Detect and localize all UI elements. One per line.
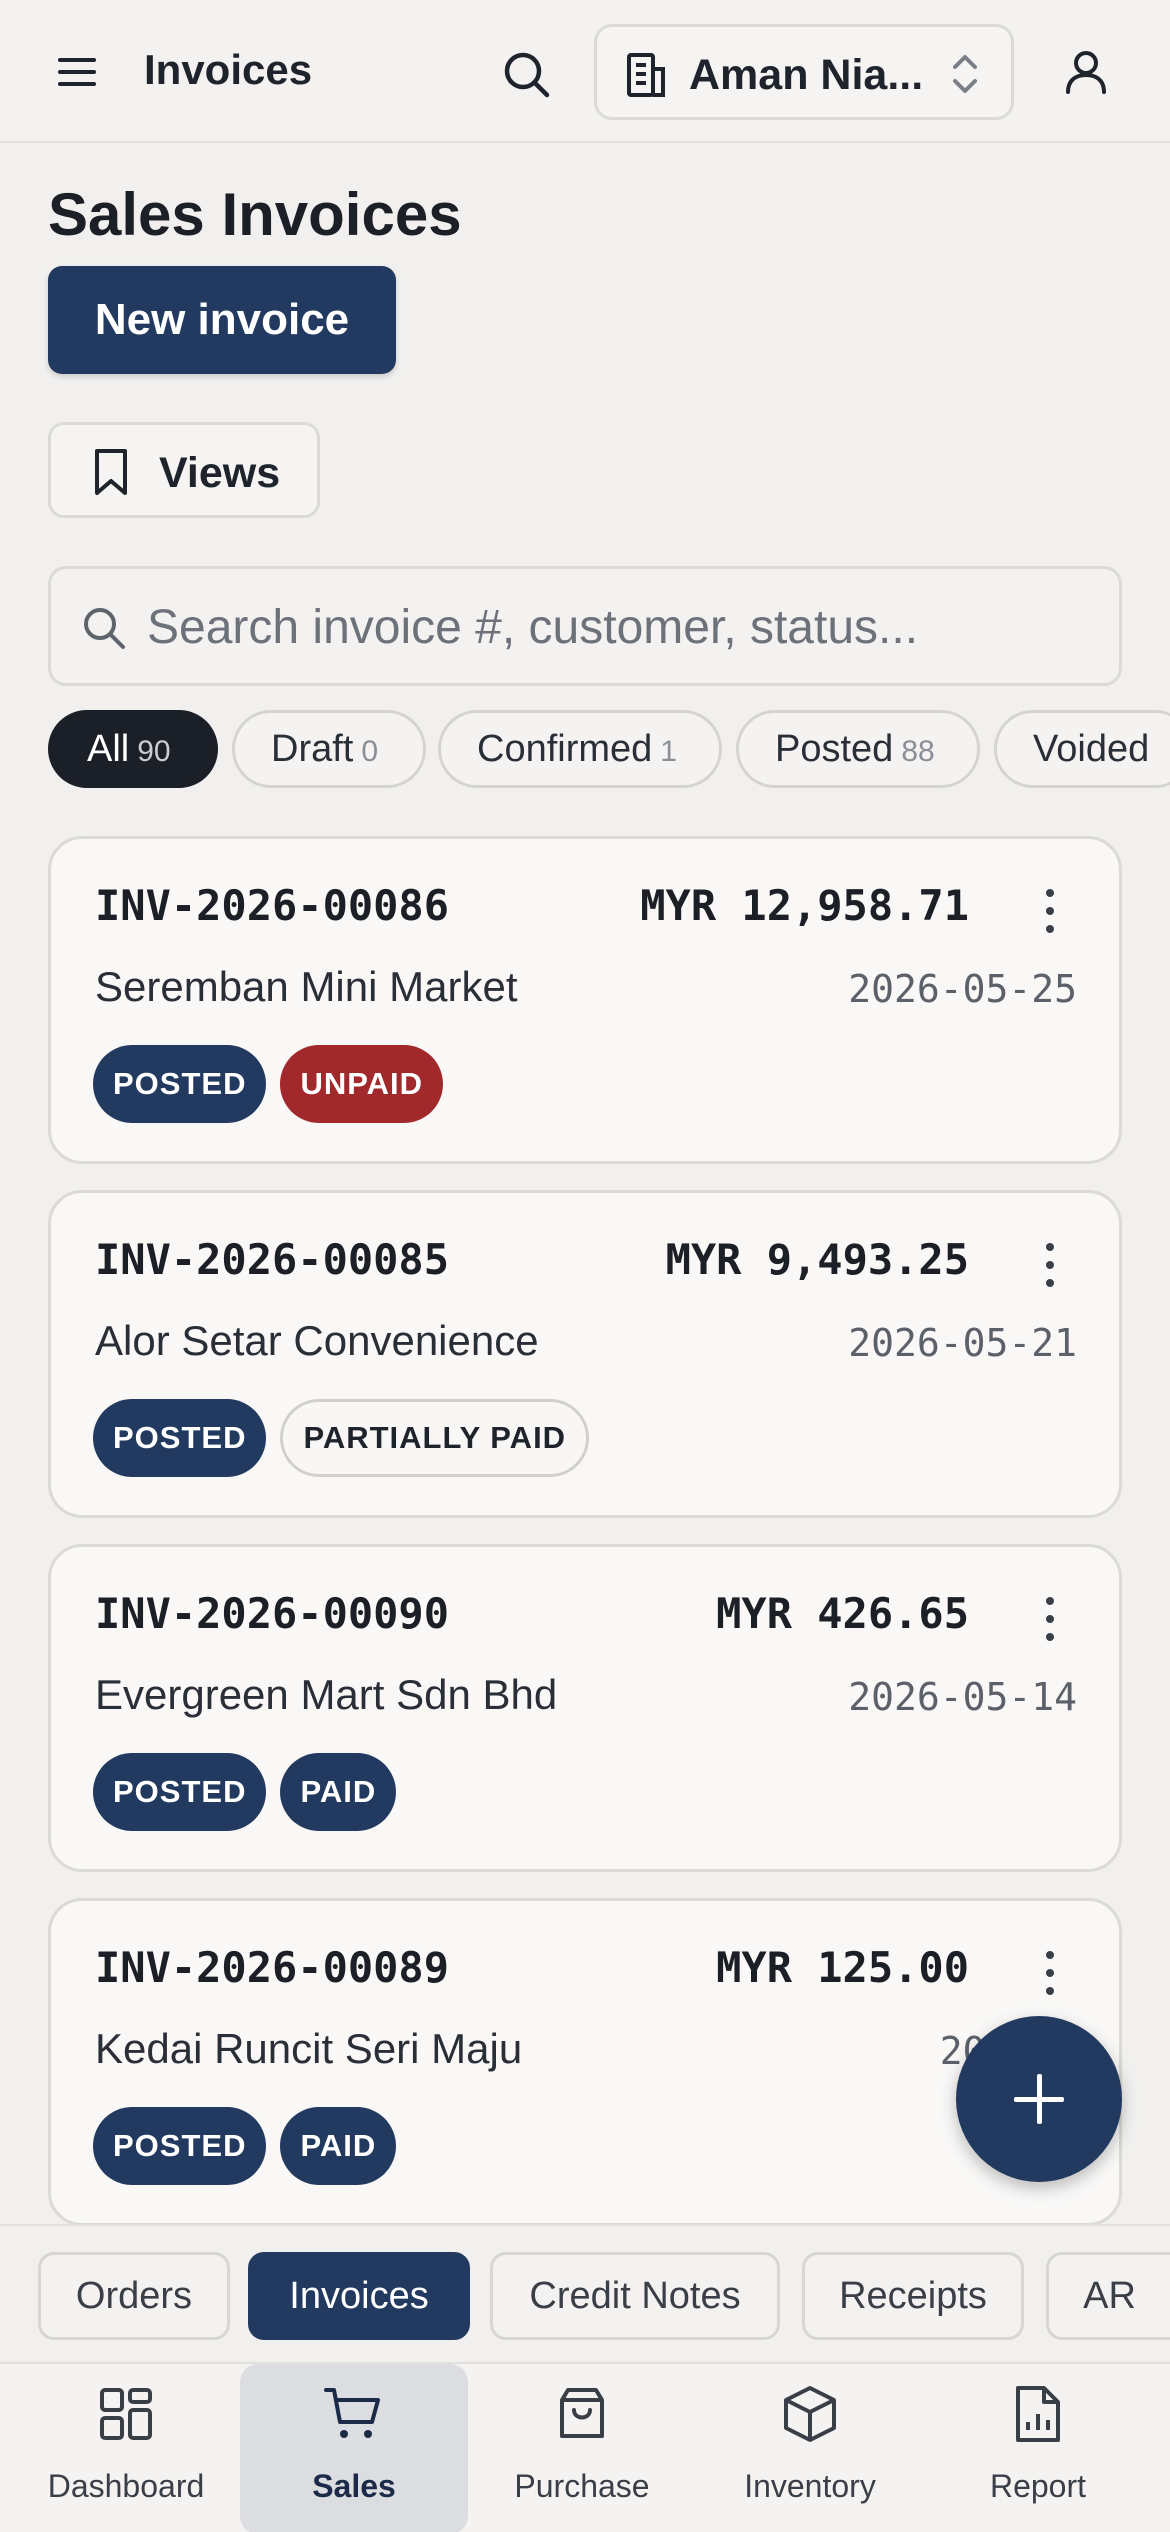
chevron-up-down-icon xyxy=(947,49,983,104)
nav-label: Purchase xyxy=(514,2468,650,2504)
user-profile-icon[interactable] xyxy=(1060,46,1112,98)
invoice-card[interactable]: INV-2026-00085 MYR 9,493.25 Alor Setar C… xyxy=(48,1190,1122,1518)
nav-label: Sales xyxy=(312,2468,396,2504)
more-options-icon[interactable] xyxy=(1035,887,1065,935)
more-options-icon[interactable] xyxy=(1035,1949,1065,1997)
search-icon xyxy=(81,605,127,656)
sales-subtabs: Orders Invoices Credit Notes Receipts AR xyxy=(0,2224,1170,2362)
customer-name: Alor Setar Convenience xyxy=(95,1317,539,1364)
status-badges: POSTED PAID xyxy=(93,1753,410,1831)
subtab-credit-notes[interactable]: Credit Notes xyxy=(490,2252,780,2340)
status-filter-chips: All 90 Draft 0 Confirmed 1 Posted 88 Voided xyxy=(48,710,1170,790)
bookmark-icon xyxy=(91,447,131,502)
invoice-date: 2026-05-21 xyxy=(848,1321,1077,1365)
dashboard-icon xyxy=(94,2382,158,2446)
nav-label: Inventory xyxy=(744,2468,876,2504)
subtab-invoices[interactable]: Invoices xyxy=(248,2252,470,2340)
invoice-search xyxy=(48,566,1122,686)
chip-count: 88 xyxy=(901,735,935,768)
invoice-card[interactable]: INV-2026-00090 MYR 426.65 Evergreen Mart… xyxy=(48,1544,1122,1872)
views-label: Views xyxy=(159,449,281,497)
status-badge: POSTED xyxy=(93,1753,267,1831)
status-badges: POSTED PAID xyxy=(93,2107,410,2185)
invoice-amount: MYR 9,493.25 xyxy=(665,1235,969,1284)
invoice-number: INV-2026-00085 xyxy=(95,1235,450,1284)
cart-icon xyxy=(322,2382,386,2446)
invoice-card[interactable]: INV-2026-00086 MYR 12,958.71 Seremban Mi… xyxy=(48,836,1122,1164)
filter-chip-voided[interactable]: Voided xyxy=(994,710,1170,788)
payment-badge: PARTIALLY PAID xyxy=(280,1399,590,1477)
invoice-date: 2026-05-14 xyxy=(848,1675,1077,1719)
views-button[interactable]: Views xyxy=(48,422,320,518)
invoice-amount: MYR 12,958.71 xyxy=(640,881,969,930)
page-title: Sales Invoices xyxy=(48,181,462,248)
subtab-receipts[interactable]: Receipts xyxy=(802,2252,1024,2340)
subtab-ar[interactable]: AR xyxy=(1046,2252,1170,2340)
payment-badge: PAID xyxy=(280,1753,397,1831)
nav-label: Dashboard xyxy=(47,2468,205,2504)
chip-label: All xyxy=(87,728,130,770)
chip-count: 0 xyxy=(361,735,379,768)
chip-label: Confirmed xyxy=(477,728,653,770)
report-icon xyxy=(1006,2382,1070,2446)
search-icon[interactable] xyxy=(500,48,554,102)
chip-label: Posted xyxy=(775,728,894,770)
top-app-bar: Invoices Aman Nia... xyxy=(0,0,1170,143)
invoice-date: 2026-05-25 xyxy=(848,967,1077,1011)
filter-chip-all[interactable]: All 90 xyxy=(48,710,218,788)
organization-name: Aman Nia... xyxy=(689,51,924,99)
menu-icon[interactable] xyxy=(58,54,98,90)
chip-count: 1 xyxy=(660,735,677,768)
invoice-amount: MYR 125.00 xyxy=(716,1943,969,1992)
nav-label: Report xyxy=(989,2468,1087,2504)
invoice-number: INV-2026-00089 xyxy=(95,1943,450,1992)
nav-inventory[interactable]: Inventory xyxy=(696,2364,924,2532)
shopping-bag-icon xyxy=(550,2382,614,2446)
invoice-number: INV-2026-00090 xyxy=(95,1589,450,1638)
status-badge: POSTED xyxy=(93,1399,267,1477)
nav-report[interactable]: Report xyxy=(924,2364,1152,2532)
bottom-navigation: Dashboard Sales Purchase Inventory Repor… xyxy=(0,2362,1170,2532)
more-options-icon[interactable] xyxy=(1035,1241,1065,1289)
nav-dashboard[interactable]: Dashboard xyxy=(12,2364,240,2532)
more-options-icon[interactable] xyxy=(1035,1595,1065,1643)
customer-name: Kedai Runcit Seri Maju xyxy=(95,2025,523,2072)
add-invoice-fab[interactable] xyxy=(956,2016,1122,2182)
plus-icon-vertical xyxy=(1037,2074,1042,2124)
subtab-orders[interactable]: Orders xyxy=(38,2252,230,2340)
box-icon xyxy=(778,2382,842,2446)
status-badge: POSTED xyxy=(93,1045,267,1123)
status-badges: POSTED PARTIALLY PAID xyxy=(93,1399,603,1477)
chip-label: Draft xyxy=(271,728,354,770)
chip-count: 90 xyxy=(137,735,171,768)
status-badges: POSTED UNPAID xyxy=(93,1045,457,1123)
payment-badge: UNPAID xyxy=(280,1045,444,1123)
new-invoice-button[interactable]: New invoice xyxy=(48,266,396,374)
filter-chip-draft[interactable]: Draft 0 xyxy=(232,710,426,788)
customer-name: Evergreen Mart Sdn Bhd xyxy=(95,1671,558,1718)
invoice-number: INV-2026-00086 xyxy=(95,881,450,930)
building-icon xyxy=(625,51,669,104)
customer-name: Seremban Mini Market xyxy=(95,963,518,1010)
app-title: Invoices xyxy=(144,46,313,93)
filter-chip-confirmed[interactable]: Confirmed 1 xyxy=(438,710,722,788)
nav-purchase[interactable]: Purchase xyxy=(468,2364,696,2532)
organization-selector[interactable]: Aman Nia... xyxy=(594,24,1014,120)
chip-label: Voided xyxy=(1033,728,1150,770)
invoice-amount: MYR 426.65 xyxy=(716,1589,969,1638)
nav-sales[interactable]: Sales xyxy=(240,2364,468,2532)
status-badge: POSTED xyxy=(93,2107,267,2185)
invoice-card[interactable]: INV-2026-00089 MYR 125.00 Kedai Runcit S… xyxy=(48,1898,1122,2226)
payment-badge: PAID xyxy=(280,2107,397,2185)
filter-chip-posted[interactable]: Posted 88 xyxy=(736,710,980,788)
search-input[interactable] xyxy=(147,589,1107,665)
